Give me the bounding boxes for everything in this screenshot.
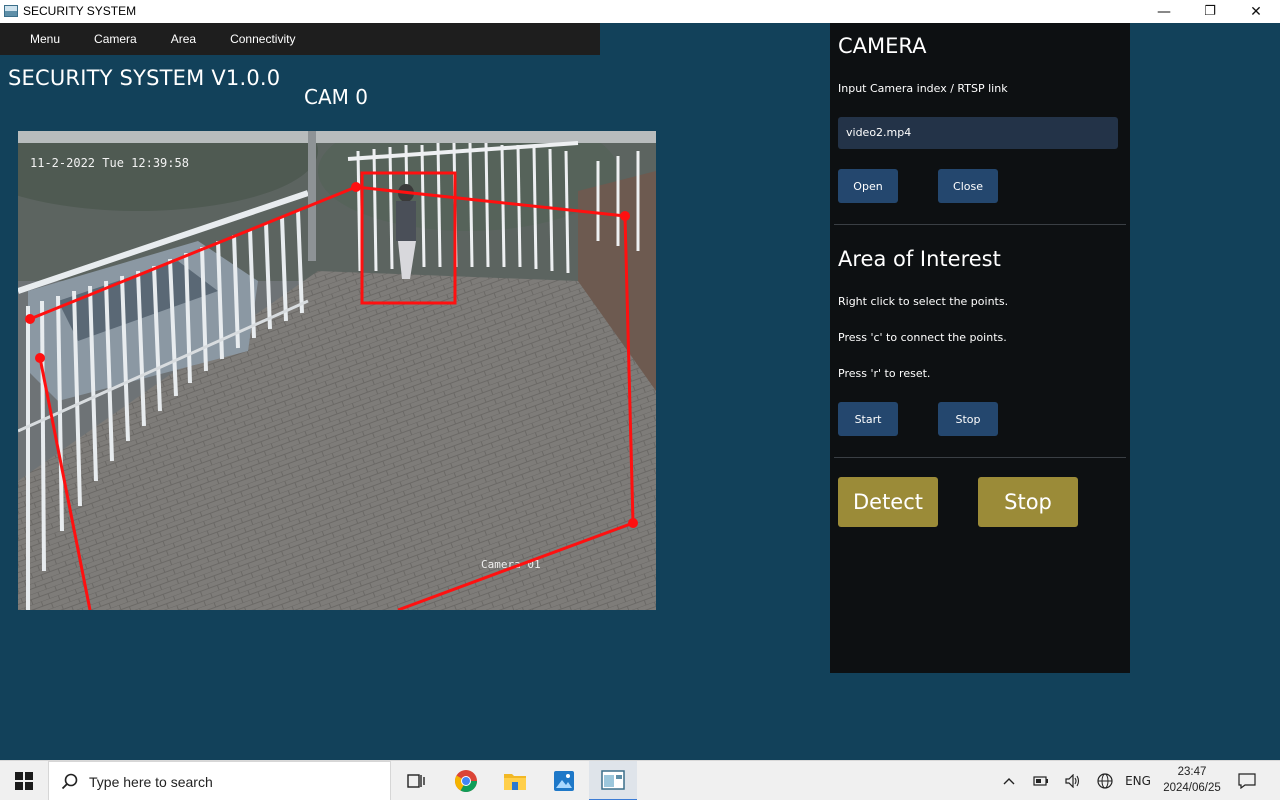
app-icon: [4, 5, 18, 17]
folder-icon: [504, 774, 526, 790]
volume-icon[interactable]: [1062, 761, 1084, 800]
aoi-stop-button[interactable]: Stop: [938, 402, 998, 436]
camera-title: CAM 0: [304, 85, 368, 109]
search-icon: [61, 773, 78, 790]
aoi-instruction-2: Press 'c' to connect the points.: [838, 331, 1007, 344]
globe-icon[interactable]: [1094, 761, 1116, 800]
search-placeholder: Type here to search: [89, 774, 213, 790]
taskbar-photos[interactable]: [540, 761, 588, 800]
taskbar-chrome[interactable]: [442, 761, 490, 800]
task-view-icon: [407, 774, 425, 788]
start-button[interactable]: [0, 761, 48, 800]
taskbar-file-explorer[interactable]: [491, 761, 539, 800]
task-view-button[interactable]: [392, 761, 440, 800]
taskbar-security-system[interactable]: [589, 761, 637, 800]
menu-item-connectivity[interactable]: Connectivity: [213, 32, 312, 46]
menu-item-camera[interactable]: Camera: [77, 32, 154, 46]
open-camera-button[interactable]: Open: [838, 169, 898, 203]
control-panel: CAMERA Input Camera index / RTSP link vi…: [830, 23, 1130, 673]
taskbar-search[interactable]: Type here to search: [48, 761, 391, 800]
taskbar-clock[interactable]: 23:47 2024/06/25: [1158, 764, 1226, 796]
divider: [834, 457, 1126, 458]
aoi-instruction-1: Right click to select the points.: [838, 295, 1009, 308]
windows-icon: [15, 772, 33, 790]
app-title: SECURITY SYSTEM V1.0.0: [8, 66, 281, 90]
camera-heading: CAMERA: [838, 34, 927, 58]
taskbar: Type here to search ENG 23:47 2024/06/25: [0, 760, 1280, 800]
camera-input-label: Input Camera index / RTSP link: [838, 82, 1008, 95]
close-camera-button[interactable]: Close: [938, 169, 998, 203]
detect-button[interactable]: Detect: [838, 477, 938, 527]
aoi-heading: Area of Interest: [838, 247, 1001, 271]
battery-icon[interactable]: [1030, 761, 1052, 800]
photos-icon: [554, 771, 574, 791]
divider: [834, 224, 1126, 225]
menu-bar: Menu Camera Area Connectivity: [0, 23, 600, 55]
notification-icon[interactable]: [1236, 761, 1258, 800]
aoi-instruction-3: Press 'r' to reset.: [838, 367, 931, 380]
menu-item-menu[interactable]: Menu: [13, 32, 77, 46]
stop-detect-button[interactable]: Stop: [978, 477, 1078, 527]
aoi-start-button[interactable]: Start: [838, 402, 898, 436]
menu-item-area[interactable]: Area: [154, 32, 213, 46]
language-indicator[interactable]: ENG: [1124, 761, 1152, 800]
tray-chevron-up-icon[interactable]: [998, 761, 1020, 800]
minimize-button[interactable]: —: [1141, 0, 1187, 23]
window-title: SECURITY SYSTEM: [23, 4, 137, 18]
app-window-icon: [601, 770, 625, 790]
restore-button[interactable]: ❐: [1187, 0, 1233, 23]
clock-date: 2024/06/25: [1163, 782, 1221, 794]
video-timestamp: 11-2-2022 Tue 12:39:58: [30, 156, 189, 170]
clock-time: 23:47: [1177, 766, 1207, 778]
chrome-icon: [455, 770, 477, 792]
close-button[interactable]: ✕: [1233, 0, 1279, 23]
title-bar: SECURITY SYSTEM — ❐ ✕: [0, 0, 1280, 23]
camera-feed[interactable]: 11-2-2022 Tue 12:39:58 Camera 01: [18, 131, 656, 610]
camera-source-input[interactable]: video2.mp4: [838, 117, 1118, 149]
